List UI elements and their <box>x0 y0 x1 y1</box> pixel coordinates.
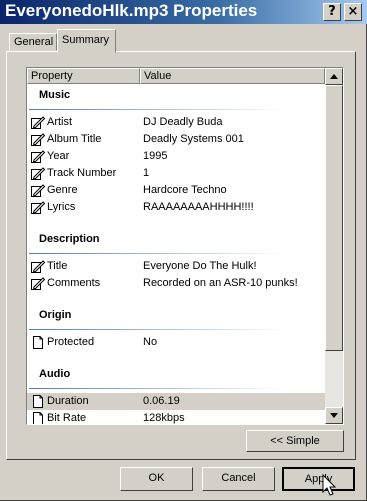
scrollbar-thumb[interactable] <box>325 85 343 351</box>
property-row[interactable]: Protected No <box>27 334 325 351</box>
column-header-property[interactable]: Property <box>27 68 140 84</box>
section-header: Audio <box>27 363 325 393</box>
section-title: Audio <box>39 368 71 380</box>
property-row[interactable]: Title Everyone Do The Hulk! <box>27 258 325 275</box>
help-button[interactable]: ? <box>323 3 341 21</box>
section-divider <box>29 253 285 254</box>
edit-icon <box>31 184 46 197</box>
simple-button[interactable]: << Simple <box>246 430 344 452</box>
arrow-down-icon <box>330 413 338 418</box>
property-row[interactable]: Lyrics RAAAAAAAAHHHH!!!! <box>27 199 325 216</box>
document-icon <box>31 412 45 424</box>
property-name: Artist <box>47 116 73 128</box>
document-icon <box>31 395 45 408</box>
section-title: Description <box>39 233 100 245</box>
ok-button[interactable]: OK <box>120 467 193 491</box>
property-name: Comments <box>47 277 101 289</box>
mouse-pointer-icon <box>322 474 337 496</box>
property-row[interactable]: Artist DJ Deadly Buda <box>27 114 325 131</box>
property-value: Hardcore Techno <box>143 184 227 196</box>
section-divider <box>29 329 285 330</box>
section-divider <box>29 109 285 110</box>
column-header-value[interactable]: Value <box>140 68 325 84</box>
section-header: Music <box>27 84 325 114</box>
edit-icon <box>31 150 46 163</box>
tab-summary[interactable]: Summary <box>57 29 116 53</box>
property-row[interactable]: Track Number 1 <box>27 165 325 182</box>
property-row[interactable]: Duration 0.06.19 <box>27 393 325 410</box>
apply-button[interactable]: Apply <box>282 467 355 491</box>
property-name: Title <box>47 260 68 272</box>
property-name: Track Number <box>47 167 117 179</box>
property-name: Genre <box>47 184 78 196</box>
section-divider <box>29 388 285 389</box>
property-value: Everyone Do The Hulk! <box>143 260 257 272</box>
property-name: Album Title <box>47 133 102 145</box>
scroll-down-button[interactable] <box>325 407 343 424</box>
property-value: No <box>143 336 158 348</box>
property-name: Year <box>47 150 70 162</box>
document-icon <box>31 336 45 349</box>
property-value: 1 <box>143 167 150 179</box>
property-row[interactable]: Album Title Deadly Systems 001 <box>27 131 325 148</box>
property-row[interactable]: Comments Recorded on an ASR-10 punks! <box>27 275 325 292</box>
edit-icon <box>31 277 46 290</box>
property-row[interactable]: Bit Rate 128kbps <box>27 410 325 424</box>
property-value: 0.06.19 <box>143 395 180 407</box>
property-value: 128kbps <box>143 412 185 424</box>
vertical-scrollbar[interactable] <box>325 68 343 424</box>
list-rows: Music Artist DJ Deadly Buda Album Title Dead… <box>27 84 325 424</box>
property-name: Duration <box>47 395 89 407</box>
edit-icon <box>31 201 46 214</box>
property-row[interactable]: Year 1995 <box>27 148 325 165</box>
close-button[interactable]: × <box>344 3 362 21</box>
properties-window: EveryonedoHlk.mp3 Properties ? × General… <box>0 0 367 501</box>
edit-icon <box>31 133 46 146</box>
arrow-up-icon <box>330 74 338 79</box>
property-row[interactable]: Genre Hardcore Techno <box>27 182 325 199</box>
section-header: Origin <box>27 304 325 334</box>
property-value: Deadly Systems 001 <box>143 133 244 145</box>
property-value: DJ Deadly Buda <box>143 116 223 128</box>
property-name: Bit Rate <box>47 412 87 424</box>
list-header: Property Value <box>27 68 325 84</box>
edit-icon <box>31 167 46 180</box>
tab-general[interactable]: General <box>9 33 57 51</box>
property-name: Lyrics <box>47 201 76 213</box>
section-title: Origin <box>39 309 72 321</box>
scroll-up-button[interactable] <box>325 68 343 85</box>
section-title: Music <box>39 89 71 101</box>
property-list[interactable]: Property Value Music Artist DJ Deadly Buda… <box>26 67 344 425</box>
property-value: Recorded on an ASR-10 punks! <box>143 277 298 289</box>
edit-icon <box>31 116 46 129</box>
property-value: 1995 <box>143 150 168 162</box>
property-value: RAAAAAAAAHHHH!!!! <box>143 201 254 213</box>
edit-icon <box>31 260 46 273</box>
title-bar[interactable]: EveryonedoHlk.mp3 Properties ? × <box>0 0 367 24</box>
window-title: EveryonedoHlk.mp3 Properties <box>5 1 258 20</box>
section-header: Description <box>27 228 325 258</box>
property-name: Protected <box>47 336 95 348</box>
cancel-button[interactable]: Cancel <box>202 467 275 491</box>
